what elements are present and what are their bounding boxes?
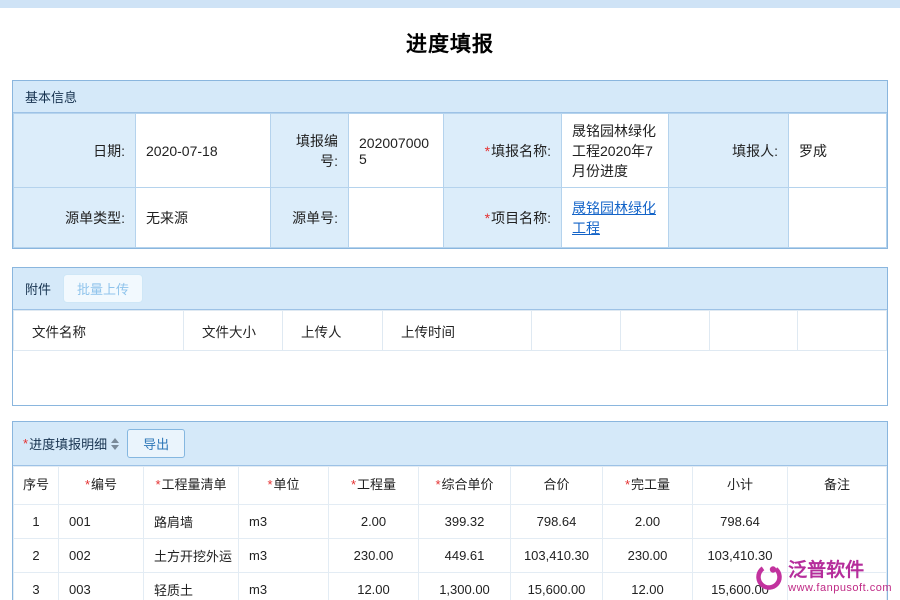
required-mark-icon: *	[267, 477, 272, 492]
details-column-header: *单位	[239, 467, 329, 505]
attachments-table: 文件名称文件大小上传人上传时间	[13, 310, 887, 351]
details-column-header: 备注	[788, 467, 887, 505]
details-cell: 230.00	[603, 539, 693, 573]
basic-info-table: 日期: 2020-07-18 填报编号: 2020070005 *填报名称: 晟…	[13, 113, 887, 248]
screen: 进度填报 基本信息 日期: 2020-07-18 填报编号: 202007000…	[0, 0, 900, 600]
attachments-column-header: 文件大小	[184, 311, 283, 351]
brand-watermark: 泛普软件 www.fanpusoft.com	[754, 560, 892, 594]
details-cell: 230.00	[329, 539, 419, 573]
attachments-header-row: 文件名称文件大小上传人上传时间	[14, 311, 887, 351]
report-name-label: *填报名称:	[444, 114, 562, 188]
details-cell: 1,300.00	[419, 573, 511, 600]
top-strip	[0, 0, 900, 8]
date-value: 2020-07-18	[136, 114, 271, 188]
details-cell: 2	[14, 539, 59, 573]
reporter-value: 罗成	[789, 114, 887, 188]
details-cell: 798.64	[693, 505, 788, 539]
reporter-label: 填报人:	[669, 114, 789, 188]
attachments-title: 附件	[25, 279, 51, 298]
details-cell: 12.00	[329, 573, 419, 600]
report-name-value: 晟铭园林绿化工程2020年7月份进度	[562, 114, 669, 188]
required-mark-icon: *	[23, 436, 28, 451]
details-title: 进度填报明细	[29, 434, 107, 453]
details-cell: 2.00	[603, 505, 693, 539]
required-mark-icon: *	[435, 477, 440, 492]
details-column-header: 序号	[14, 467, 59, 505]
details-column-header: 合价	[511, 467, 603, 505]
details-column-header: *编号	[59, 467, 144, 505]
details-cell: 002	[59, 539, 144, 573]
attachments-column-header	[798, 311, 887, 351]
attachments-column-header: 文件名称	[14, 311, 184, 351]
details-column-header: *完工量	[603, 467, 693, 505]
brand-website: www.fanpusoft.com	[788, 582, 892, 594]
source-type-value: 无来源	[136, 188, 271, 248]
details-cell: 轻质土	[144, 573, 239, 600]
date-label: 日期:	[14, 114, 136, 188]
basic-info-section: 基本信息 日期: 2020-07-18 填报编号: 2020070005 *填报…	[12, 80, 888, 249]
details-cell: 001	[59, 505, 144, 539]
required-mark-icon: *	[485, 210, 490, 226]
attachments-column-header	[709, 311, 798, 351]
details-cell: 12.00	[603, 573, 693, 600]
details-cell: m3	[239, 539, 329, 573]
details-row[interactable]: 1001路肩墙m32.00399.32798.642.00798.64	[14, 505, 887, 539]
details-cell: 399.32	[419, 505, 511, 539]
details-column-header: *工程量清单	[144, 467, 239, 505]
source-no-value	[349, 188, 444, 248]
attachments-column-header	[532, 311, 621, 351]
details-cell: 15,600.00	[511, 573, 603, 600]
basic-info-header-bar: 基本信息	[13, 81, 887, 113]
required-mark-icon: *	[85, 477, 90, 492]
details-header-bar: * 进度填报明细 导出	[13, 422, 887, 466]
details-cell	[788, 505, 887, 539]
details-cell: 798.64	[511, 505, 603, 539]
page-title: 进度填报	[0, 28, 900, 58]
brand-name: 泛普软件	[788, 560, 892, 582]
details-cell: 3	[14, 573, 59, 600]
source-no-label: 源单号:	[271, 188, 349, 248]
attachments-column-header	[620, 311, 709, 351]
attachments-column-header: 上传人	[283, 311, 383, 351]
required-mark-icon: *	[485, 143, 490, 159]
collapse-spinner-icon[interactable]	[111, 438, 119, 450]
required-mark-icon: *	[351, 477, 356, 492]
details-cell: 土方开挖外运	[144, 539, 239, 573]
details-cell: m3	[239, 573, 329, 600]
details-cell: 1	[14, 505, 59, 539]
attachments-header-bar: 附件 批量上传	[13, 268, 887, 310]
attachments-empty-area	[13, 351, 887, 405]
project-name-label-text: 项目名称:	[491, 210, 551, 226]
report-no-value: 2020070005	[349, 114, 444, 188]
details-cell: 103,410.30	[511, 539, 603, 573]
report-no-label: 填报编号:	[271, 114, 349, 188]
basic-info-row-2: 源单类型: 无来源 源单号: *项目名称: 晟铭园林绿化工程	[14, 188, 887, 248]
details-column-header: *工程量	[329, 467, 419, 505]
details-column-header: *综合单价	[419, 467, 511, 505]
attachments-column-header: 上传时间	[383, 311, 532, 351]
attachments-section: 附件 批量上传 文件名称文件大小上传人上传时间	[12, 267, 888, 406]
details-cell: m3	[239, 505, 329, 539]
empty-label-cell	[669, 188, 789, 248]
details-cell: 2.00	[329, 505, 419, 539]
fanpu-logo-icon	[754, 562, 784, 592]
required-mark-icon: *	[625, 477, 630, 492]
project-name-link[interactable]: 晟铭园林绿化工程	[572, 200, 656, 236]
details-column-header: 小计	[693, 467, 788, 505]
details-header-row: 序号*编号*工程量清单*单位*工程量*综合单价合价*完工量小计备注	[14, 467, 887, 505]
details-cell: 003	[59, 573, 144, 600]
required-mark-icon: *	[155, 477, 160, 492]
details-cell: 449.61	[419, 539, 511, 573]
project-name-label: *项目名称:	[444, 188, 562, 248]
empty-value-cell	[789, 188, 887, 248]
export-button[interactable]: 导出	[127, 429, 185, 458]
project-name-cell: 晟铭园林绿化工程	[562, 188, 669, 248]
source-type-label: 源单类型:	[14, 188, 136, 248]
basic-info-title: 基本信息	[25, 87, 77, 106]
brand-text-block: 泛普软件 www.fanpusoft.com	[788, 560, 892, 594]
batch-upload-button[interactable]: 批量上传	[63, 274, 143, 303]
details-cell: 路肩墙	[144, 505, 239, 539]
report-name-label-text: 填报名称:	[491, 143, 551, 159]
basic-info-row-1: 日期: 2020-07-18 填报编号: 2020070005 *填报名称: 晟…	[14, 114, 887, 188]
